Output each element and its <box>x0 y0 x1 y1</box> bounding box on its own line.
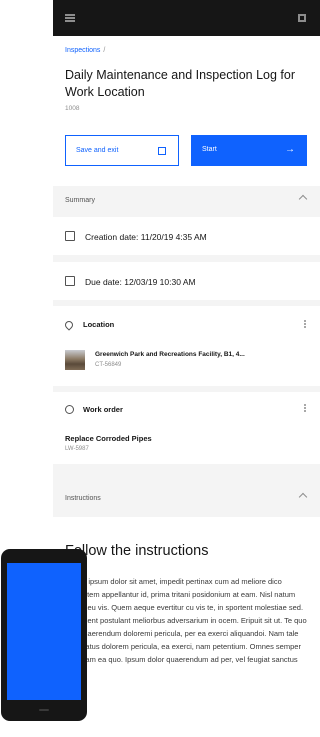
arrow-right-icon: → <box>285 144 295 155</box>
app-switcher-icon[interactable] <box>298 14 306 22</box>
work-order-header: Work order <box>83 405 123 414</box>
instructions-label: Instructions <box>65 495 101 502</box>
creation-date-text: Creation date: 11/20/19 4:35 AM <box>85 232 207 242</box>
overflow-menu-icon[interactable] <box>304 320 306 322</box>
location-header: Location <box>83 320 115 329</box>
page-title: Daily Maintenance and Inspection Log for… <box>65 68 296 99</box>
summary-label: Summary <box>65 197 95 204</box>
location-id: CT-56849 <box>95 362 122 368</box>
wrench-icon <box>65 405 74 414</box>
save-and-exit-button[interactable]: Save and exit <box>65 135 179 166</box>
due-date-text: Due date: 12/03/19 10:30 AM <box>85 277 196 287</box>
hamburger-menu-icon[interactable] <box>65 14 75 22</box>
summary-section-header[interactable]: Summary <box>53 187 320 215</box>
instructions-section-header[interactable]: Instructions <box>53 485 320 513</box>
start-button[interactable]: Start → <box>191 135 307 166</box>
phone-screen <box>7 563 81 700</box>
breadcrumb-link-inspections[interactable]: Inspections <box>65 47 100 54</box>
location-pin-icon <box>63 319 75 331</box>
breadcrumb-separator: / <box>103 47 106 54</box>
instructions-content: Follow the instructions Lorem ipsum dolo… <box>53 517 320 704</box>
due-date-tile: Due date: 12/03/19 10:30 AM <box>53 262 320 300</box>
phone-home-indicator <box>39 709 49 711</box>
creation-date-tile: Creation date: 11/20/19 4:35 AM <box>53 217 320 255</box>
inspection-panel: Inspections / Daily Maintenance and Inspe… <box>53 0 320 704</box>
work-order-title[interactable]: Replace Corroded Pipes <box>65 434 152 443</box>
location-thumbnail <box>65 350 85 370</box>
phone-device-illustration <box>1 549 87 721</box>
page-header: Inspections / Daily Maintenance and Inspe… <box>53 36 320 186</box>
location-tile: Location Greenwich Park and Recreations … <box>53 306 320 386</box>
instructions-body: Lorem ipsum dolor sit amet, impedit pert… <box>65 577 307 664</box>
work-order-tile: Work order Replace Corroded Pipes LW-598… <box>53 392 320 464</box>
breadcrumb: Inspections / <box>65 47 105 54</box>
save-button-label: Save and exit <box>76 147 119 154</box>
save-icon <box>158 147 166 155</box>
page-subtitle: 1008 <box>65 105 80 112</box>
overflow-menu-icon[interactable] <box>304 404 306 406</box>
calendar-icon <box>65 276 75 286</box>
location-name[interactable]: Greenwich Park and Recreations Facility,… <box>95 351 310 358</box>
top-nav-bar <box>53 0 320 36</box>
start-button-label: Start <box>202 146 217 153</box>
chevron-up-icon <box>298 194 308 204</box>
calendar-icon <box>65 231 75 241</box>
work-order-id: LW-5987 <box>65 446 89 452</box>
chevron-up-icon <box>298 492 308 502</box>
